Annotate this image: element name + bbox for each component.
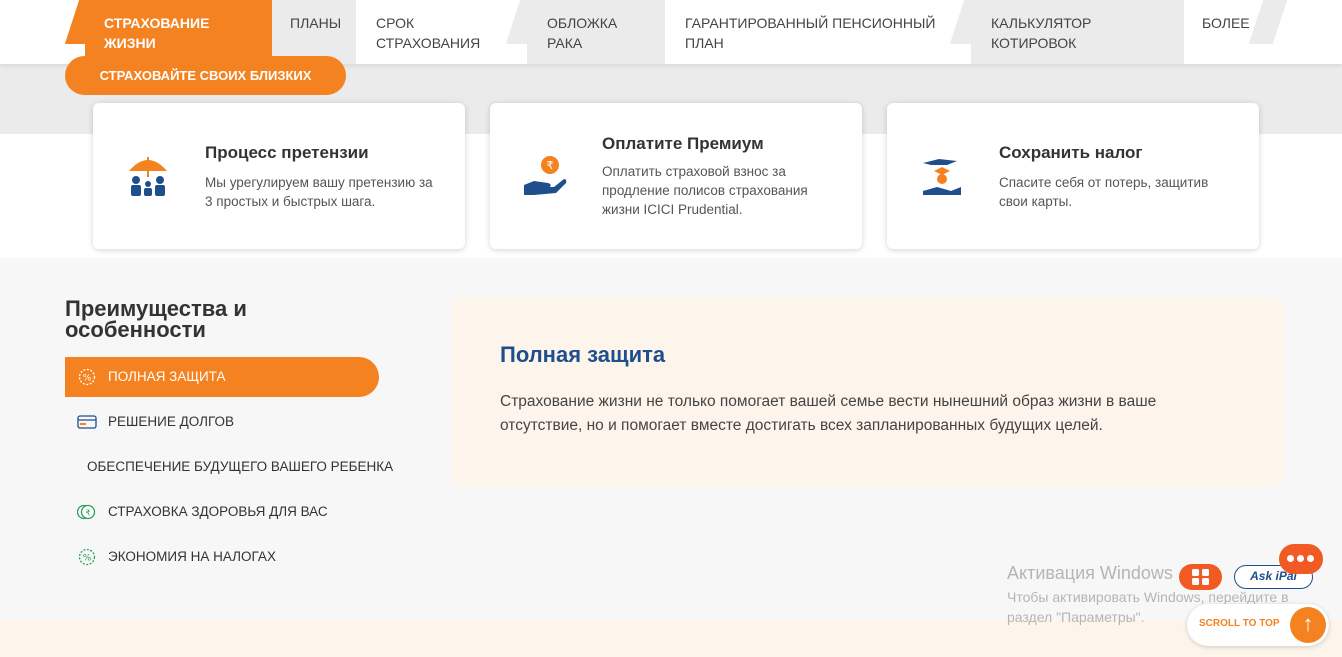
svg-text:₹: ₹ [85,509,90,518]
tab-plans[interactable]: ПЛАНЫ [272,0,356,64]
feature-tab-tax-savings[interactable]: % ЭКОНОМИЯ НА НАЛОГАХ [65,537,379,577]
pay-premium-card[interactable]: ₹ Оплатите Премиум Оплатить страховой вз… [490,103,862,249]
percent-badge-icon: % [78,368,96,386]
feature-tab-label: РЕШЕНИЕ ДОЛГОВ [108,414,235,429]
chat-dot [1287,555,1294,562]
feature-tab-label: ОБЕСПЕЧЕНИЕ БУДУЩЕГО ВАШЕГО РЕБЕНКА [87,459,394,474]
feature-tab-health-insurance[interactable]: ₹ СТРАХОВКА ЗДОРОВЬЯ ДЛЯ ВАС [65,492,379,532]
feature-detail-title: Полная защита [500,342,666,367]
feature-tab-child-future[interactable]: ОБЕСПЕЧЕНИЕ БУДУЩЕГО ВАШЕГО РЕБЕНКА [65,447,393,487]
tab-label: ГАРАНТИРОВАННЫЙ ПЕНСИОННЫЙ [685,15,936,31]
insure-loved-ones-button[interactable]: СТРАХОВАЙТЕ СВОИХ БЛИЗКИХ [65,56,346,95]
percent-badge-icon: % [78,548,96,566]
tab-label: ПЛАНЫ [290,15,342,31]
card-title: Сохранить налог [999,143,1143,162]
svg-text:%: % [83,374,92,384]
rupee-coin-hand-icon: ₹ [524,156,567,195]
windows-activation-title: Активация Windows [1007,563,1173,583]
feature-detail-description: Страхование жизни не только помогает ваш… [500,393,1157,434]
apps-grid-button[interactable] [1179,564,1222,590]
feature-tab-full-protection[interactable]: % ПОЛНАЯ ЗАЩИТА [65,357,379,397]
top-navigation: СТРАХОВАНИЕ ЖИЗНИ ПЛАНЫ СРОК СТРАХОВАНИЯ… [0,0,1342,64]
chat-dot [1297,555,1304,562]
chat-dot [1307,555,1314,562]
rupee-coins-icon: ₹ [77,504,96,520]
tab-label: ОБЛОЖКА [547,15,618,31]
tab-label: СТРАХОВАНИЕ [104,15,210,31]
tab-label: СРОК [376,15,415,31]
tab-cancer-cover[interactable]: ОБЛОЖКА РАКА [527,0,665,64]
grid-icon [1192,569,1209,585]
tab-label: КОТИРОВОК [991,35,1077,51]
graduate-hands-icon [923,159,961,195]
arrow-up-icon: ↑ [1290,607,1326,643]
tab-quote-calculator[interactable]: КАЛЬКУЛЯТОР КОТИРОВОК [971,0,1184,64]
svg-text:%: % [83,554,92,564]
tab-label: СТРАХОВАНИЯ [376,35,481,51]
feature-detail-panel: Полная защита Страхование жизни не тольк… [451,298,1285,486]
umbrella-family-icon [129,157,167,196]
card-description: Мы урегулируем вашу претензию за 3 прост… [205,175,433,209]
card-description: Оплатить страховой взнос за продление по… [602,164,808,217]
credit-card-icon [77,415,97,429]
tab-label: ЖИЗНИ [104,35,156,51]
tab-label: РАКА [547,35,583,51]
tab-pension-plan[interactable]: ГАРАНТИРОВАННЫЙ ПЕНСИОННЫЙ ПЛАН [665,0,970,64]
feature-tab-label: ПОЛНАЯ ЗАЩИТА [108,369,226,384]
card-description: Спасите себя от потерь, защитив свои кар… [999,175,1209,209]
chat-bubble-icon[interactable] [1279,544,1323,574]
feature-tab-debt-solution[interactable]: РЕШЕНИЕ ДОЛГОВ [65,402,379,442]
scroll-to-top-button[interactable]: SCROLL TO TOP ↑ [1187,604,1329,646]
tab-label: КАЛЬКУЛЯТОР [991,15,1092,31]
svg-text:₹: ₹ [547,159,554,172]
tab-term-insurance[interactable]: СРОК СТРАХОВАНИЯ [356,0,526,64]
feature-tab-label: ЭКОНОМИЯ НА НАЛОГАХ [108,549,276,564]
tab-label: ПЛАН [685,35,724,51]
claim-process-card[interactable]: Процесс претензии Мы урегулируем вашу пр… [93,103,465,249]
feature-tab-label: СТРАХОВКА ЗДОРОВЬЯ ДЛЯ ВАС [108,504,328,519]
scroll-to-top-label: SCROLL TO TOP [1199,618,1280,629]
features-title: Преимущества и особенности [65,296,247,342]
card-title: Оплатите Премиум [602,134,764,153]
tab-life-insurance[interactable]: СТРАХОВАНИЕ ЖИЗНИ [85,0,272,64]
card-title: Процесс претензии [205,143,369,162]
save-tax-card[interactable]: Сохранить налог Спасите себя от потерь, … [887,103,1259,249]
